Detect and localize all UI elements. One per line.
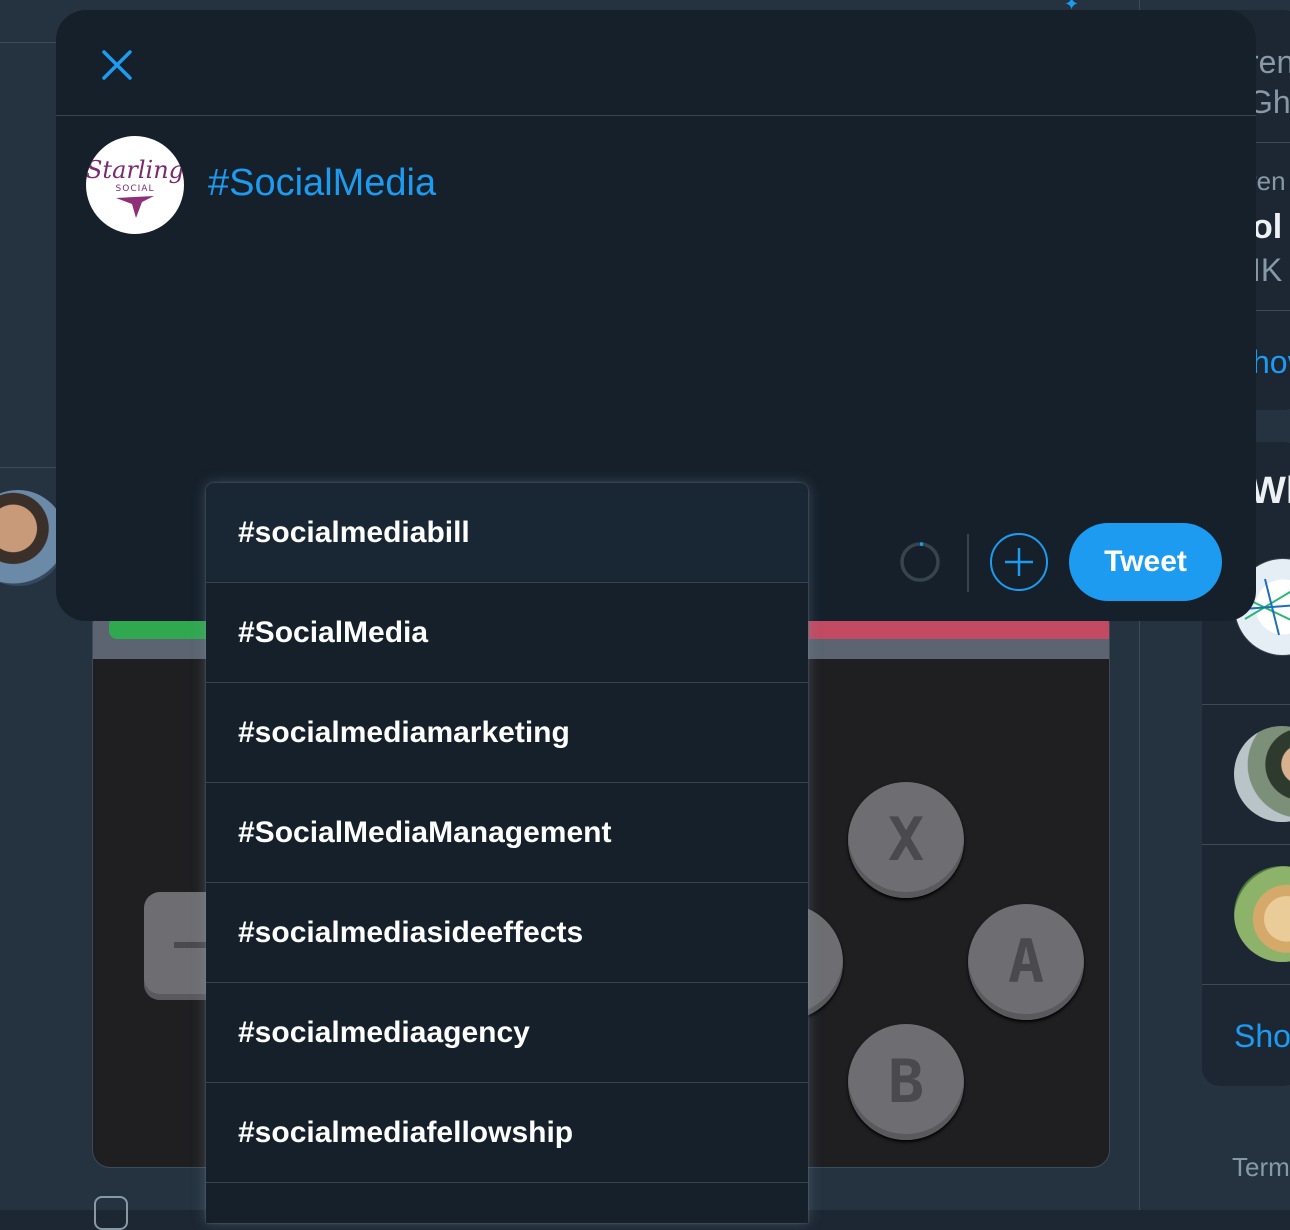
reply-icon xyxy=(94,1196,128,1230)
hashtag-suggestion[interactable]: #SocialMedia xyxy=(206,583,808,683)
trend-name[interactable]: ol xyxy=(1252,208,1282,247)
who-to-follow-heading: Wh xyxy=(1250,470,1290,512)
logo-subtext: SOCIAL xyxy=(116,184,155,194)
game-button-x: X xyxy=(848,782,964,898)
plus-icon xyxy=(990,533,1048,591)
game-button-b: B xyxy=(848,1024,964,1140)
character-count-ring xyxy=(898,540,942,584)
game-button-a: A xyxy=(968,904,1084,1020)
modal-header xyxy=(56,10,1256,116)
show-more-link[interactable]: hov xyxy=(1252,344,1290,381)
logo-text: Starling xyxy=(86,156,184,184)
hashtag-suggestion[interactable]: #socialmediabill xyxy=(206,483,808,583)
hashtag-suggestion[interactable]: #socialmediaagency xyxy=(206,983,808,1083)
footer-terms-link[interactable]: Term xyxy=(1232,1152,1290,1183)
add-tweet-button[interactable] xyxy=(989,532,1049,592)
hashtag-suggestion[interactable]: #socialmediasideeffects xyxy=(206,883,808,983)
hashtag-suggestions: #socialmediabill #SocialMedia #socialmed… xyxy=(206,483,808,1223)
close-icon[interactable] xyxy=(96,44,138,86)
toolbar-divider xyxy=(967,534,969,592)
hashtag-suggestion[interactable]: #socialmediamarketing xyxy=(206,683,808,783)
trend-count: IK xyxy=(1252,252,1283,288)
show-more-link[interactable]: Sho xyxy=(1234,1018,1290,1055)
tweet-text-input[interactable]: #SocialMedia xyxy=(208,162,436,205)
avatar[interactable]: Starling SOCIAL xyxy=(86,136,184,234)
hashtag-suggestion[interactable]: #socialmediafellowship xyxy=(206,1083,808,1183)
tweet-button[interactable]: Tweet xyxy=(1069,523,1222,601)
hashtag-suggestion[interactable]: #SocialMediaManagement xyxy=(206,783,808,883)
